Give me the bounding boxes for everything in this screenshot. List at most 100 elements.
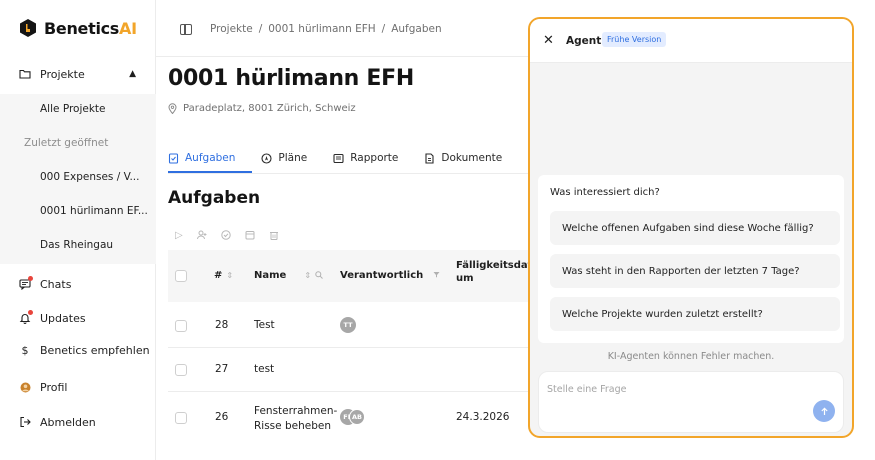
- tab-label: Aufgaben: [185, 152, 236, 164]
- avatar[interactable]: TT: [340, 317, 356, 333]
- table-header: # ⇕ Name ⇕ Verantwortlich Fälligkeitsdat…: [168, 250, 538, 302]
- notification-dot: [28, 310, 33, 315]
- calendar-icon[interactable]: [245, 230, 255, 243]
- task-name[interactable]: Test: [254, 319, 275, 331]
- table-row[interactable]: 26 Fensterrahmen- Risse beheben FK AB 24…: [168, 392, 538, 440]
- filter-icon[interactable]: [433, 271, 440, 280]
- search-icon[interactable]: [315, 270, 323, 281]
- task-name[interactable]: test: [254, 363, 274, 375]
- task-number: 28: [215, 319, 229, 331]
- logout-icon: [18, 415, 32, 429]
- task-number: 26: [215, 411, 229, 423]
- sidebar-item-label: Abmelden: [40, 415, 96, 429]
- send-button[interactable]: [813, 400, 835, 422]
- column-header-due-date[interactable]: Fälligkeitsdat um: [456, 260, 532, 284]
- sidebar-toggle-icon[interactable]: [180, 23, 192, 35]
- tab-plaene[interactable]: Pläne: [261, 148, 307, 168]
- agent-title: Agent: [566, 35, 602, 47]
- tab-label: Dokumente: [441, 152, 503, 164]
- sidebar-item-all-projects[interactable]: Alle Projekte: [0, 94, 156, 124]
- section-title: Aufgaben: [168, 188, 261, 208]
- breadcrumb-separator: /: [381, 23, 386, 35]
- tab-dokumente[interactable]: Dokumente: [424, 148, 502, 168]
- suggestion-chip[interactable]: Was steht in den Rapporten der letzten 7…: [550, 254, 840, 288]
- assign-user-icon[interactable]: [196, 230, 207, 243]
- column-header-name[interactable]: Name ⇕: [254, 270, 323, 281]
- ai-disclaimer: KI-Agenten können Fehler machen.: [607, 351, 775, 362]
- chat-icon: [18, 276, 33, 291]
- brand-name: BeneticsAI: [44, 18, 137, 38]
- tab-label: Pläne: [278, 152, 308, 164]
- task-number: 27: [215, 363, 229, 375]
- breadcrumb-projects[interactable]: Projekte: [210, 23, 253, 35]
- sidebar-item-recent-huerlimann[interactable]: 0001 hürlimann EF...: [0, 196, 156, 226]
- status-badge: Frühe Version: [602, 32, 667, 47]
- task-name-line: Fensterrahmen-: [254, 405, 338, 417]
- recent-label-text: Zuletzt geöffnet: [24, 137, 109, 149]
- row-checkbox[interactable]: [175, 320, 187, 332]
- avatar[interactable]: AB: [349, 409, 365, 425]
- suggestions-question: Was interessiert dich?: [550, 187, 660, 198]
- sort-icon[interactable]: ⇕: [304, 271, 311, 280]
- brand-logo[interactable]: BeneticsAI: [18, 18, 137, 38]
- check-circle-icon[interactable]: [221, 230, 231, 243]
- sidebar: BeneticsAI Projekte ▲ Alle Projekte Zule…: [0, 0, 156, 460]
- close-icon[interactable]: ✕: [543, 33, 554, 48]
- due-date: 24.3.2026: [456, 411, 510, 423]
- report-icon: [333, 153, 344, 163]
- task-name[interactable]: Fensterrahmen- Risse beheben: [254, 404, 337, 434]
- column-header-label: Fälligkeitsdat: [456, 260, 533, 271]
- sidebar-item-recent-expenses[interactable]: 000 Expenses / V...: [0, 162, 156, 192]
- column-header-label: Name: [254, 270, 287, 281]
- sidebar-item-label: 0001 hürlimann EF...: [40, 205, 148, 217]
- tab-label: Rapporte: [350, 152, 399, 164]
- recent-label: Zuletzt geöffnet: [0, 128, 156, 158]
- chevron-up-icon[interactable]: ▲: [129, 69, 136, 79]
- question-input[interactable]: [547, 384, 807, 395]
- table-row[interactable]: 28 Test TT: [168, 304, 538, 348]
- sidebar-item-label: Chats: [40, 277, 72, 291]
- row-checkbox[interactable]: [175, 412, 187, 424]
- page-title: 0001 hürlimann EFH: [168, 66, 414, 91]
- tab-rapporte[interactable]: Rapporte: [333, 148, 398, 168]
- notification-dot: [28, 276, 33, 281]
- tabs-divider: [168, 173, 538, 174]
- sidebar-item-projects[interactable]: Projekte ▲: [0, 66, 156, 82]
- column-header-label: um: [456, 273, 474, 284]
- sidebar-item-label: 000 Expenses / V...: [40, 171, 140, 183]
- sort-icon[interactable]: ⇕: [226, 271, 233, 280]
- question-input-box[interactable]: [538, 371, 844, 433]
- sidebar-item-label: Benetics empfehlen: [40, 343, 150, 357]
- sidebar-item-recommend[interactable]: $ Benetics empfehlen: [0, 342, 156, 358]
- select-all-checkbox[interactable]: [175, 270, 187, 282]
- sidebar-item-label: Projekte: [40, 67, 85, 81]
- agent-panel: ✕ Agent Frühe Version Was interessiert d…: [528, 17, 854, 438]
- location-pin-icon: [168, 103, 177, 114]
- table-toolbar: ▷: [175, 230, 279, 243]
- breadcrumb-project[interactable]: 0001 hürlimann EFH: [268, 23, 375, 35]
- agent-header: ✕ Agent Frühe Version: [530, 19, 852, 63]
- breadcrumb: Projekte / 0001 hürlimann EFH / Aufgaben: [180, 23, 442, 35]
- trash-icon[interactable]: [269, 230, 279, 243]
- suggestions-card: Was interessiert dich? Welche offenen Au…: [538, 175, 844, 343]
- table-row[interactable]: 27 test: [168, 348, 538, 392]
- bell-icon: [18, 310, 33, 325]
- sidebar-item-logout[interactable]: Abmelden: [0, 414, 156, 430]
- column-header-label: Verantwortlich: [340, 270, 424, 281]
- suggestion-chip[interactable]: Welche Projekte wurden zuletzt erstellt?: [550, 297, 840, 331]
- tab-aufgaben[interactable]: Aufgaben: [168, 148, 235, 168]
- sidebar-item-label: Alle Projekte: [40, 103, 106, 115]
- suggestion-chip[interactable]: Welche offenen Aufgaben sind diese Woche…: [550, 211, 840, 245]
- profile-avatar-icon: [18, 380, 32, 394]
- column-header-number[interactable]: # ⇕: [214, 270, 233, 281]
- sidebar-item-updates[interactable]: Updates: [0, 310, 156, 326]
- breadcrumb-current: Aufgaben: [391, 23, 442, 35]
- sidebar-item-profile[interactable]: Profil: [0, 379, 156, 395]
- document-icon: [425, 152, 434, 164]
- arrow-up-icon: [820, 406, 828, 415]
- tag-icon[interactable]: ▷: [175, 230, 183, 243]
- row-checkbox[interactable]: [175, 364, 187, 376]
- sidebar-item-recent-rheingau[interactable]: Das Rheingau: [0, 230, 156, 260]
- column-header-owner[interactable]: Verantwortlich: [340, 270, 440, 281]
- sidebar-item-chats[interactable]: Chats: [0, 276, 156, 292]
